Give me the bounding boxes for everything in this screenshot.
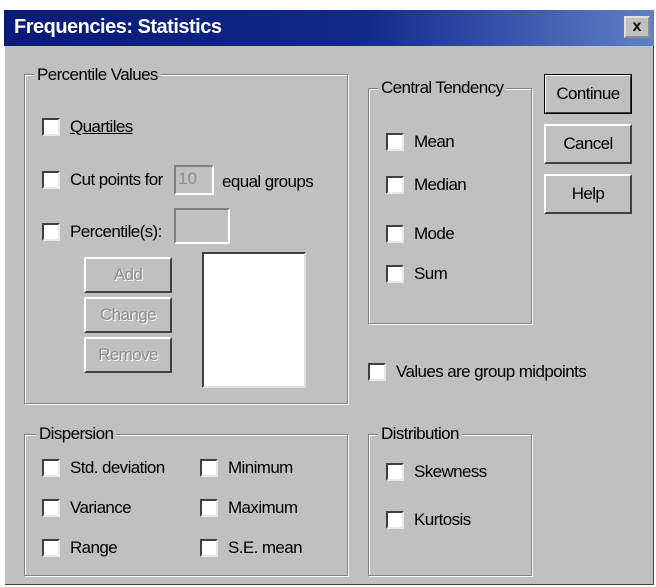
sum-checkbox[interactable]: [386, 265, 404, 283]
median-label: Median: [414, 175, 467, 194]
close-button[interactable]: x: [624, 16, 650, 38]
sum-option[interactable]: Sum: [386, 264, 448, 284]
change-button[interactable]: Change: [84, 297, 172, 333]
median-option[interactable]: Median: [386, 175, 467, 195]
maximum-checkbox[interactable]: [200, 499, 218, 517]
median-checkbox[interactable]: [386, 176, 404, 194]
statistics-dialog: Frequencies: Statistics x Percentile Val…: [4, 10, 654, 585]
percentiles-option[interactable]: Percentile(s):: [42, 222, 162, 242]
group-midpoints-option[interactable]: Values are group midpoints: [368, 362, 587, 382]
std-deviation-checkbox[interactable]: [42, 459, 60, 477]
percentiles-input[interactable]: [174, 208, 230, 244]
kurtosis-label: Kurtosis: [414, 510, 471, 529]
distribution-group: [368, 434, 532, 576]
percentile-values-label: Percentile Values: [34, 65, 161, 85]
remove-button[interactable]: Remove: [84, 337, 172, 373]
distribution-label: Distribution: [378, 424, 462, 444]
minimum-checkbox[interactable]: [200, 459, 218, 477]
skewness-label: Skewness: [414, 462, 487, 481]
mean-option[interactable]: Mean: [386, 132, 455, 152]
percentiles-listbox[interactable]: [202, 252, 306, 388]
quartiles-option[interactable]: Quartiles: [42, 117, 133, 137]
dialog-title: Frequencies: Statistics: [14, 16, 222, 38]
quartiles-label: Quartiles: [70, 117, 133, 136]
title-bar[interactable]: Frequencies: Statistics x: [4, 10, 654, 46]
maximum-option[interactable]: Maximum: [200, 498, 298, 518]
quartiles-checkbox[interactable]: [42, 118, 60, 136]
cut-points-input[interactable]: 10: [174, 165, 214, 195]
cut-points-option[interactable]: Cut points for: [42, 170, 163, 190]
variance-checkbox[interactable]: [42, 499, 60, 517]
close-icon: x: [632, 18, 642, 35]
mode-option[interactable]: Mode: [386, 224, 455, 244]
std-deviation-label: Std. deviation: [70, 458, 165, 477]
range-label: Range: [70, 538, 118, 557]
mean-label: Mean: [414, 132, 455, 151]
maximum-label: Maximum: [228, 498, 298, 517]
cut-points-label: Cut points for: [70, 170, 163, 189]
se-mean-option[interactable]: S.E. mean: [200, 538, 303, 558]
skewness-checkbox[interactable]: [386, 463, 404, 481]
se-mean-label: S.E. mean: [228, 538, 303, 557]
percentiles-label: Percentile(s):: [70, 222, 162, 241]
range-option[interactable]: Range: [42, 538, 118, 558]
continue-button[interactable]: Continue: [544, 74, 632, 114]
percentiles-checkbox[interactable]: [42, 223, 60, 241]
skewness-option[interactable]: Skewness: [386, 462, 487, 482]
minimum-option[interactable]: Minimum: [200, 458, 293, 478]
dispersion-label: Dispersion: [36, 424, 117, 444]
cut-points-checkbox[interactable]: [42, 171, 60, 189]
group-midpoints-checkbox[interactable]: [368, 363, 386, 381]
add-button[interactable]: Add: [84, 257, 172, 293]
cancel-button[interactable]: Cancel: [544, 124, 632, 164]
kurtosis-checkbox[interactable]: [386, 511, 404, 529]
help-button[interactable]: Help: [544, 174, 632, 214]
group-midpoints-label: Values are group midpoints: [396, 362, 587, 381]
std-deviation-option[interactable]: Std. deviation: [42, 458, 165, 478]
kurtosis-option[interactable]: Kurtosis: [386, 510, 471, 530]
central-tendency-group: [368, 88, 532, 324]
minimum-label: Minimum: [228, 458, 293, 477]
mean-checkbox[interactable]: [386, 133, 404, 151]
variance-option[interactable]: Variance: [42, 498, 132, 518]
variance-label: Variance: [70, 498, 132, 517]
range-checkbox[interactable]: [42, 539, 60, 557]
equal-groups-label: equal groups: [222, 172, 314, 191]
central-tendency-label: Central Tendency: [378, 78, 507, 98]
se-mean-checkbox[interactable]: [200, 539, 218, 557]
sum-label: Sum: [414, 264, 448, 283]
mode-checkbox[interactable]: [386, 225, 404, 243]
mode-label: Mode: [414, 224, 455, 243]
